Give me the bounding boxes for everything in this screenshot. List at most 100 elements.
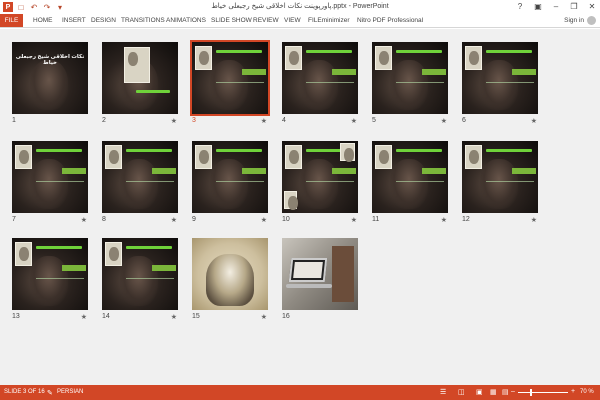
tab-slide-show[interactable]: SLIDE SHOW: [211, 14, 252, 27]
slide-thumbnail[interactable]: 7 ★: [12, 141, 88, 224]
slide-thumbnail[interactable]: 8 ★: [102, 141, 178, 224]
reading-view-icon[interactable]: ▤: [502, 388, 509, 396]
animation-star-icon[interactable]: ★: [171, 313, 177, 321]
laptop-image: [288, 258, 328, 282]
slide-number: 15: [192, 313, 200, 320]
slide-thumbnail[interactable]: 14 ★: [102, 238, 178, 321]
portrait-image: [465, 46, 482, 70]
animation-star-icon[interactable]: ★: [531, 117, 537, 125]
slide-sorter[interactable]: نکات اخلاقی شیخ رجبعلی خیاط 1 2 ★ 3 ★ 4 ★ 5 ★ 6 ★ 7 ★…: [0, 29, 600, 385]
slide-thumbnail[interactable]: 10 ★: [282, 141, 358, 224]
slide-number: 2: [102, 117, 106, 124]
slide-thumbnail[interactable]: 12 ★: [462, 141, 538, 224]
slide-preview[interactable]: [12, 141, 88, 213]
animation-star-icon[interactable]: ★: [171, 216, 177, 224]
close-icon[interactable]: ✕: [586, 1, 598, 12]
slide-number: 12: [462, 216, 470, 223]
ribbon-display-icon[interactable]: ▣: [532, 1, 544, 12]
animation-star-icon[interactable]: ★: [81, 313, 87, 321]
tab-design[interactable]: DESIGN: [91, 14, 116, 27]
slide-thumbnail[interactable]: 16: [282, 238, 358, 320]
tab-view[interactable]: VIEW: [284, 14, 301, 27]
spelling-icon[interactable]: ✎: [47, 389, 53, 397]
slide-preview[interactable]: [102, 238, 178, 310]
tab-transitions[interactable]: TRANSITIONS: [121, 14, 165, 27]
quick-access-toolbar: P □ ↶ ↷ ▾: [3, 2, 65, 12]
slide-preview[interactable]: [282, 238, 358, 310]
slide-preview[interactable]: [282, 141, 358, 213]
tab-animations[interactable]: ANIMATIONS: [166, 14, 206, 27]
tab-home[interactable]: HOME: [33, 14, 53, 27]
slide-thumbnail[interactable]: 6 ★: [462, 42, 538, 125]
redo-icon[interactable]: ↷: [42, 2, 52, 12]
slide-preview[interactable]: [372, 42, 448, 114]
zoom-out-icon[interactable]: –: [511, 388, 515, 395]
slide-preview[interactable]: [462, 141, 538, 213]
undo-icon[interactable]: ↶: [29, 2, 39, 12]
slide-number: 8: [102, 216, 106, 223]
zoom-level[interactable]: 70 %: [580, 385, 594, 400]
slide-thumbnail[interactable]: 9 ★: [192, 141, 268, 224]
zoom-in-icon[interactable]: +: [571, 388, 575, 395]
minimize-icon[interactable]: –: [550, 1, 562, 12]
slide-thumbnail[interactable]: نکات اخلاقی شیخ رجبعلی خیاط 1: [12, 42, 88, 124]
animation-star-icon[interactable]: ★: [531, 216, 537, 224]
slide-thumbnail[interactable]: 2 ★: [102, 42, 178, 125]
tab-insert[interactable]: INSERT: [62, 14, 86, 27]
animation-star-icon[interactable]: ★: [261, 313, 267, 321]
normal-view-icon[interactable]: ▣: [476, 388, 483, 396]
sign-in-link[interactable]: Sign in: [564, 14, 584, 27]
slide-preview[interactable]: [192, 238, 268, 310]
slide-body-line: [216, 82, 264, 83]
portrait-image: [124, 47, 150, 83]
tab-file[interactable]: FILE: [0, 14, 23, 27]
slide-thumbnail[interactable]: 4 ★: [282, 42, 358, 125]
slide-preview[interactable]: [102, 42, 178, 114]
slide-number: 16: [282, 313, 290, 320]
comments-icon[interactable]: ◫: [458, 388, 465, 396]
animation-star-icon[interactable]: ★: [261, 117, 267, 125]
slide-preview[interactable]: نکات اخلاقی شیخ رجبعلی خیاط: [12, 42, 88, 114]
slide-thumbnail[interactable]: 5 ★: [372, 42, 448, 125]
zoom-slider-thumb[interactable]: [530, 389, 532, 396]
slide-label-box: [422, 69, 446, 75]
slide-body-line: [486, 82, 534, 83]
save-icon[interactable]: □: [16, 2, 26, 12]
tab-nitro-pdf[interactable]: Nitro PDF Professional: [357, 14, 423, 27]
restore-icon[interactable]: ❐: [568, 1, 580, 12]
slide-label-box: [332, 168, 356, 174]
slide-body-line: [396, 181, 444, 182]
animation-star-icon[interactable]: ★: [171, 117, 177, 125]
tab-fileminimizer[interactable]: FILEminimizer: [308, 14, 350, 27]
slide-preview[interactable]: [462, 42, 538, 114]
zoom-slider[interactable]: [518, 392, 568, 393]
animation-star-icon[interactable]: ★: [351, 216, 357, 224]
slide-preview[interactable]: [372, 141, 448, 213]
slide-preview[interactable]: [102, 141, 178, 213]
animation-star-icon[interactable]: ★: [81, 216, 87, 224]
animation-star-icon[interactable]: ★: [441, 117, 447, 125]
slide-sorter-view-icon[interactable]: ▦: [490, 388, 497, 396]
slide-thumbnail[interactable]: 13 ★: [12, 238, 88, 321]
tab-review[interactable]: REVIEW: [253, 14, 279, 27]
portrait-image: [195, 46, 212, 70]
animation-star-icon[interactable]: ★: [261, 216, 267, 224]
slide-preview[interactable]: [282, 42, 358, 114]
help-icon[interactable]: ?: [514, 1, 526, 12]
slide-body-line: [396, 82, 444, 83]
slide-number: 4: [282, 117, 286, 124]
animation-star-icon[interactable]: ★: [441, 216, 447, 224]
avatar[interactable]: [587, 16, 596, 25]
slide-thumbnail[interactable]: 15 ★: [192, 238, 268, 321]
customize-qat-icon[interactable]: ▾: [55, 2, 65, 12]
language-status[interactable]: PERSIAN: [57, 385, 83, 400]
slide-number: 7: [12, 216, 16, 223]
slide-thumbnail[interactable]: 11 ★: [372, 141, 448, 224]
notes-icon[interactable]: ☰: [440, 388, 446, 396]
animation-star-icon[interactable]: ★: [351, 117, 357, 125]
slide-preview[interactable]: [190, 40, 270, 116]
slide-text-line: [136, 90, 170, 93]
slide-preview[interactable]: [12, 238, 88, 310]
slide-preview[interactable]: [192, 141, 268, 213]
slide-thumbnail[interactable]: 3 ★: [190, 40, 270, 125]
